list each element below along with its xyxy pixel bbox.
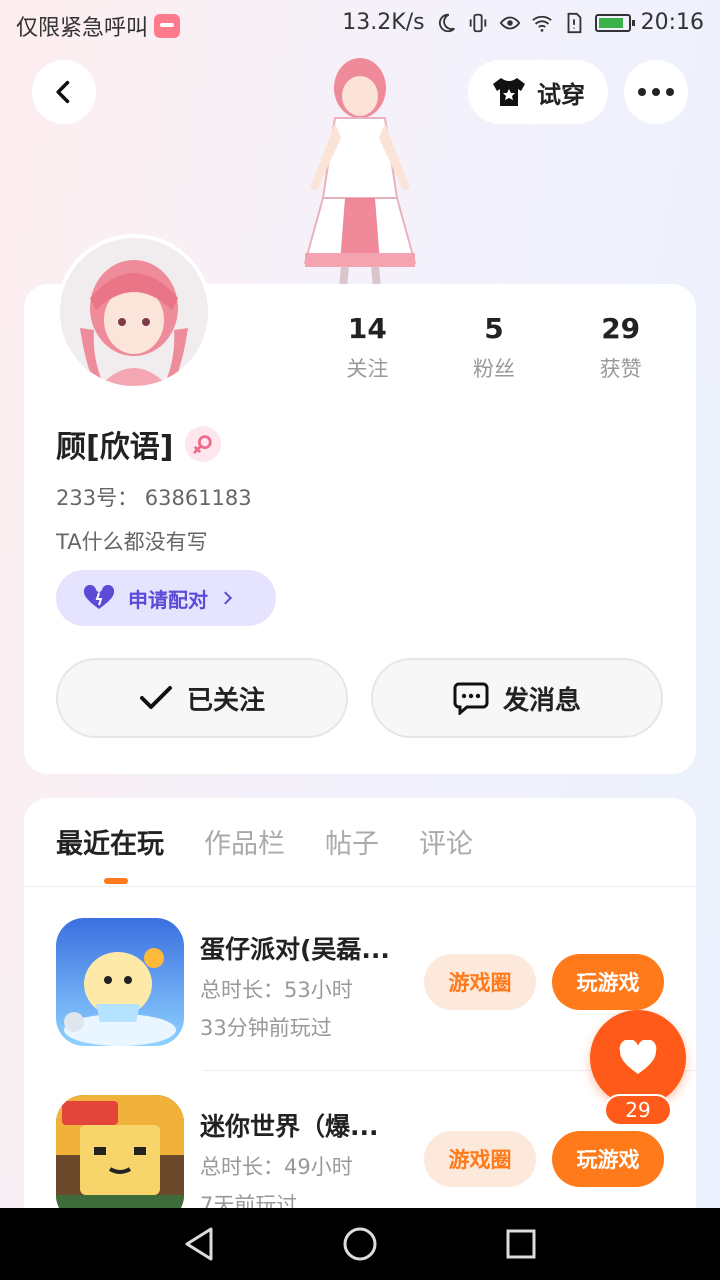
game-duration: 总时长：53小时 (200, 978, 353, 1002)
more-button[interactable] (624, 60, 688, 124)
back-button[interactable] (32, 60, 96, 124)
follow-label: 已关注 (186, 685, 265, 716)
following-count: 14 (347, 312, 387, 345)
message-button[interactable]: 发消息 (371, 658, 663, 738)
nav-back-icon[interactable] (183, 1226, 215, 1262)
followers-count: 5 (484, 312, 504, 345)
avatar[interactable] (56, 234, 212, 390)
tab-bar: 最近在玩 作品栏 帖子 评论 (56, 822, 473, 861)
message-label: 发消息 (502, 685, 581, 716)
game-circle-button[interactable]: 游戏圈 (424, 1131, 536, 1187)
stat-followers[interactable]: 5 粉丝 (431, 312, 558, 383)
user-id: 233号： 63861183 (56, 486, 252, 510)
game-title: 蛋仔派对(吴磊... (200, 935, 390, 964)
pair-request-button[interactable]: 申请配对 (56, 570, 276, 626)
follow-button[interactable]: 已关注 (56, 658, 348, 738)
app-badge-icon (154, 14, 181, 38)
tryon-button[interactable]: 试穿 (468, 60, 608, 124)
character-avatar-image (303, 58, 417, 288)
status-bar-left: 仅限紧急呼叫 (16, 10, 181, 42)
status-bar-right: 13.2K/s 20:16 (342, 10, 704, 35)
tab-posts[interactable]: 帖子 (325, 822, 379, 861)
user-bio: TA什么都没有写 (56, 530, 208, 554)
shirt-icon (493, 78, 525, 106)
nav-recents-icon[interactable] (505, 1228, 537, 1260)
system-nav-bar (0, 1208, 720, 1280)
game-row[interactable]: 蛋仔派对(吴磊... 总时长：53小时 33分钟前玩过 游戏圈 玩游戏 (56, 918, 664, 1048)
name-row: 顾[欣语] (56, 422, 222, 466)
eggy-party-game-icon (56, 918, 184, 1046)
network-speed: 13.2K/s (342, 10, 425, 35)
stat-following[interactable]: 14 关注 (304, 312, 431, 383)
carrier-text: 仅限紧急呼叫 (16, 16, 149, 41)
tab-indicator (104, 878, 128, 884)
vibrate-icon (469, 13, 486, 32)
chevron-right-icon (224, 591, 233, 605)
game-title: 迷你世界（爆... (200, 1112, 379, 1141)
nav-home-icon[interactable] (342, 1226, 378, 1262)
followers-label: 粉丝 (473, 357, 515, 381)
heart-icon (83, 585, 115, 609)
sim-alert-icon (567, 12, 581, 33)
tab-comments[interactable]: 评论 (419, 822, 473, 861)
pair-label: 申请配对 (128, 587, 208, 612)
game-duration: 总时长：49小时 (200, 1155, 353, 1179)
moon-icon (438, 13, 455, 32)
game-last-played: 33分钟前玩过 (200, 1016, 332, 1040)
mini-world-game-icon (56, 1095, 184, 1223)
female-icon (185, 426, 222, 462)
following-label: 关注 (346, 357, 389, 381)
battery-icon (594, 13, 635, 32)
like-count-badge: 29 (604, 1094, 672, 1126)
tab-divider (24, 886, 696, 887)
profile-stats: 14 关注 5 粉丝 29 获赞 (304, 312, 684, 383)
play-game-button[interactable]: 玩游戏 (552, 954, 664, 1010)
stat-likes[interactable]: 29 获赞 (557, 312, 684, 383)
check-icon (139, 686, 172, 709)
chevron-left-icon (56, 80, 70, 104)
eye-icon (499, 16, 520, 29)
chat-icon (453, 682, 489, 715)
play-game-button[interactable]: 玩游戏 (552, 1131, 664, 1187)
game-circle-button[interactable]: 游戏圈 (424, 954, 536, 1010)
tryon-label: 试穿 (537, 80, 585, 109)
likes-count: 29 (601, 312, 641, 345)
avatar-image (60, 238, 208, 386)
heart-icon (619, 1040, 657, 1074)
tab-works[interactable]: 作品栏 (204, 822, 285, 861)
more-dots-icon (638, 88, 674, 96)
status-bar: 仅限紧急呼叫 13.2K/s 20:16 (0, 0, 720, 50)
tab-recent-played[interactable]: 最近在玩 (56, 822, 164, 861)
user-name: 顾[欣语] (56, 430, 174, 465)
clock-time: 20:16 (640, 10, 704, 35)
likes-label: 获赞 (599, 357, 642, 381)
game-row[interactable]: 迷你世界（爆... 总时长：49小时 7天前玩过 游戏圈 玩游戏 (56, 1095, 664, 1225)
wifi-icon (531, 15, 552, 32)
like-fab-button[interactable] (590, 1010, 686, 1106)
